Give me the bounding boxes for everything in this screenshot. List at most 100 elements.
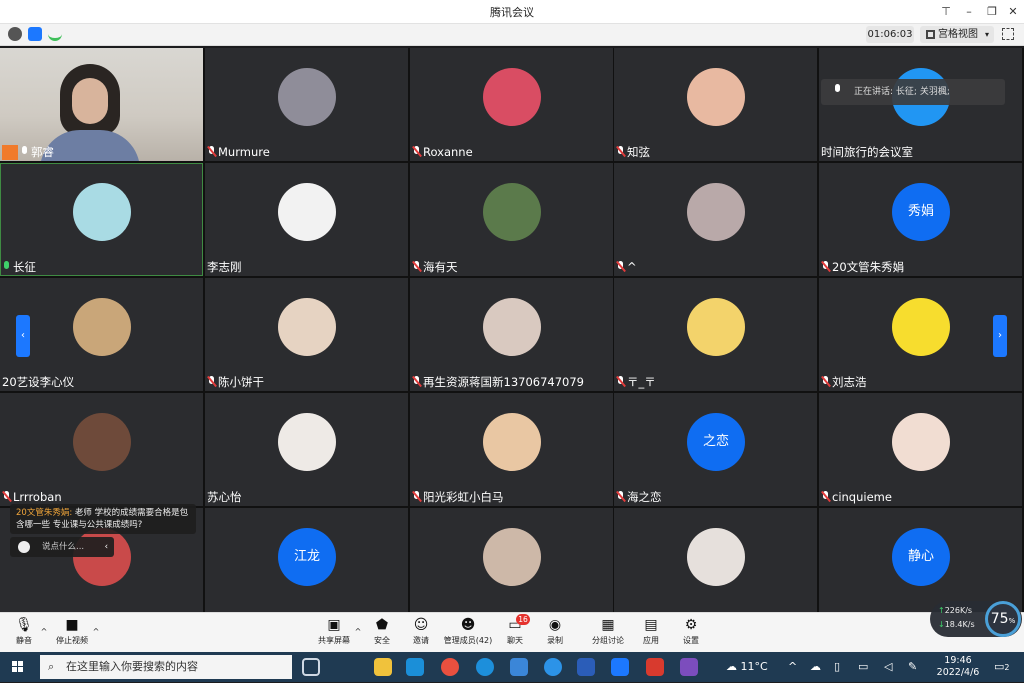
restore-button[interactable]: ❐ bbox=[983, 3, 1001, 21]
participant-tile[interactable]: 之恋 海之恋 bbox=[614, 393, 817, 506]
edge-icon[interactable] bbox=[476, 658, 494, 676]
meeting-info-bar: 01:06:03 宫格视图 ▾ bbox=[0, 24, 1024, 46]
participant-tile[interactable]: 长征 bbox=[0, 163, 203, 276]
participant-tile[interactable]: Lrrroban bbox=[0, 393, 203, 506]
chat-message-popup[interactable]: 20文管朱秀娟: 老师 学校的成绩需要合格是包含哪一些 专业课与公共课成绩吗? bbox=[10, 504, 196, 534]
onedrive-icon[interactable]: ☁ bbox=[810, 652, 821, 682]
emoji-icon[interactable] bbox=[18, 541, 30, 553]
participant-tile[interactable]: ^ bbox=[614, 163, 817, 276]
network-quality-gauge: 75% bbox=[985, 601, 1021, 637]
network-status-widget[interactable]: ↑226K/s ↓18.4K/s 75% bbox=[930, 601, 1022, 637]
photos-icon[interactable] bbox=[680, 658, 698, 676]
taskbar-clock[interactable]: 19:46 2022/4/6 bbox=[930, 655, 986, 679]
participant-avatar: 之恋 bbox=[687, 413, 745, 471]
participant-tile[interactable]: Roxanne bbox=[410, 48, 613, 161]
gallery-view-button[interactable]: 宫格视图 ▾ bbox=[920, 26, 994, 43]
participant-tile[interactable]: 20艺设李心仪 bbox=[0, 278, 203, 391]
video-options-chevron[interactable]: ^ bbox=[92, 627, 100, 636]
chat-icon: ▭ 16 bbox=[506, 614, 530, 633]
participant-tile[interactable] bbox=[410, 508, 613, 621]
microphone-icon: 🎙 bbox=[15, 617, 33, 633]
info-icon[interactable] bbox=[8, 27, 22, 41]
apps-button[interactable]: ▤ 应用 bbox=[638, 617, 664, 646]
record-button[interactable]: ◉ 录制 bbox=[542, 617, 568, 646]
share-screen-button[interactable]: ▣ 共享屏幕 bbox=[316, 617, 352, 646]
participant-name-label: 苏心怡 bbox=[207, 490, 242, 504]
mute-button[interactable]: 🎙 静音 bbox=[12, 617, 36, 646]
speaking-indicator: 正在讲话: 长征; 关羽楓; bbox=[821, 79, 1005, 105]
participant-name-label: 20文管朱秀娟 bbox=[832, 260, 905, 274]
audio-options-chevron[interactable]: ^ bbox=[40, 627, 48, 636]
upload-speed: ↑226K/s bbox=[938, 606, 973, 615]
clock-time: 19:46 bbox=[944, 655, 972, 666]
minimize-button[interactable]: – bbox=[960, 3, 978, 21]
participant-tile[interactable]: 秀娟 20文管朱秀娟 bbox=[819, 163, 1022, 276]
participant-avatar bbox=[278, 68, 336, 126]
participant-tile[interactable]: cinquieme bbox=[819, 393, 1022, 506]
windows-start-icon[interactable] bbox=[12, 661, 24, 673]
participant-tile[interactable]: 李志刚 bbox=[205, 163, 408, 276]
tray-chevron-icon[interactable]: ^ bbox=[788, 652, 797, 682]
participant-tile[interactable]: Murmure bbox=[205, 48, 408, 161]
chat-button[interactable]: ▭ 16 聊天 bbox=[502, 614, 530, 646]
participant-name-label: cinquieme bbox=[832, 490, 892, 504]
participant-tile[interactable]: 知弦 bbox=[614, 48, 817, 161]
chat-input-placeholder: 说点什么... bbox=[42, 542, 85, 552]
mic-muted-icon bbox=[616, 146, 625, 157]
weather-widget[interactable]: ☁ 11°C bbox=[726, 652, 768, 682]
participant-name-label: 〒_〒 bbox=[627, 375, 656, 389]
participant-tile[interactable]: 陈小饼干 bbox=[205, 278, 408, 391]
participant-tile[interactable]: 阳光彩虹小白马 bbox=[410, 393, 613, 506]
breakout-rooms-button[interactable]: ▦ 分组讨论 bbox=[590, 617, 626, 646]
participant-tile[interactable]: 刘志浩 bbox=[819, 278, 1022, 391]
mic-muted-icon bbox=[207, 146, 216, 157]
close-button[interactable]: ✕ bbox=[1004, 3, 1022, 21]
video-button[interactable]: ■ 停止视频 bbox=[54, 617, 90, 646]
camera-icon: ■ bbox=[65, 617, 79, 633]
chat-input[interactable]: 说点什么... ‹ bbox=[10, 537, 114, 557]
app-icon[interactable] bbox=[510, 658, 528, 676]
store-icon[interactable] bbox=[406, 658, 424, 676]
next-page-button[interactable]: › bbox=[993, 315, 1007, 357]
wps-icon[interactable] bbox=[646, 658, 664, 676]
shield-icon[interactable] bbox=[28, 27, 42, 41]
participant-avatar bbox=[483, 413, 541, 471]
file-explorer-icon[interactable] bbox=[374, 658, 392, 676]
mic-muted-icon bbox=[2, 491, 11, 502]
task-view-icon[interactable] bbox=[302, 658, 320, 676]
invite-label: 邀请 bbox=[413, 636, 429, 645]
participant-tile[interactable]: 苏心怡 bbox=[205, 393, 408, 506]
participant-tile[interactable]: 郭睿 bbox=[0, 48, 203, 161]
battery-icon[interactable]: ▭ bbox=[858, 652, 868, 682]
security-button[interactable]: ⬟ 安全 bbox=[370, 617, 394, 646]
mic-muted-icon bbox=[412, 261, 421, 272]
members-icon: ☻ bbox=[460, 617, 476, 633]
pin-icon[interactable]: ⊤ bbox=[937, 3, 955, 21]
chrome-icon[interactable] bbox=[441, 658, 459, 676]
settings-button[interactable]: ⚙ 设置 bbox=[678, 617, 704, 646]
tencent-meeting-icon[interactable] bbox=[611, 658, 629, 676]
pen-icon[interactable]: ✎ bbox=[908, 652, 917, 682]
participant-tile[interactable]: 〒_〒 bbox=[614, 278, 817, 391]
participant-tile[interactable]: 海有天 bbox=[410, 163, 613, 276]
volume-icon[interactable]: ◁ bbox=[884, 652, 892, 682]
add-user-icon: ☺ bbox=[413, 617, 429, 633]
notification-center-button[interactable]: ▭2 bbox=[994, 652, 1010, 683]
signal-icon[interactable] bbox=[48, 27, 62, 41]
manage-members-button[interactable]: ☻ 管理成员(42) bbox=[443, 617, 493, 646]
participant-avatar bbox=[278, 413, 336, 471]
fullscreen-icon[interactable] bbox=[1002, 28, 1014, 40]
security-label: 安全 bbox=[374, 636, 390, 645]
prev-page-button[interactable]: ‹ bbox=[16, 315, 30, 357]
share-options-chevron[interactable]: ^ bbox=[354, 627, 362, 636]
feishu-icon[interactable] bbox=[544, 658, 562, 676]
chat-sender: 20文管朱秀娟: bbox=[16, 508, 73, 518]
collapse-icon[interactable]: ‹ bbox=[105, 537, 108, 557]
microphone-tray-icon[interactable]: ▯ bbox=[834, 652, 840, 682]
word-icon[interactable] bbox=[577, 658, 595, 676]
participant-tile[interactable]: 再生资源蒋国新13706747079 bbox=[410, 278, 613, 391]
invite-button[interactable]: ☺ 邀请 bbox=[408, 617, 434, 646]
taskbar-search-input[interactable]: ⌕ 在这里输入你要搜索的内容 bbox=[40, 655, 292, 679]
participant-tile[interactable]: 江龙 bbox=[205, 508, 408, 621]
participant-tile[interactable] bbox=[614, 508, 817, 621]
